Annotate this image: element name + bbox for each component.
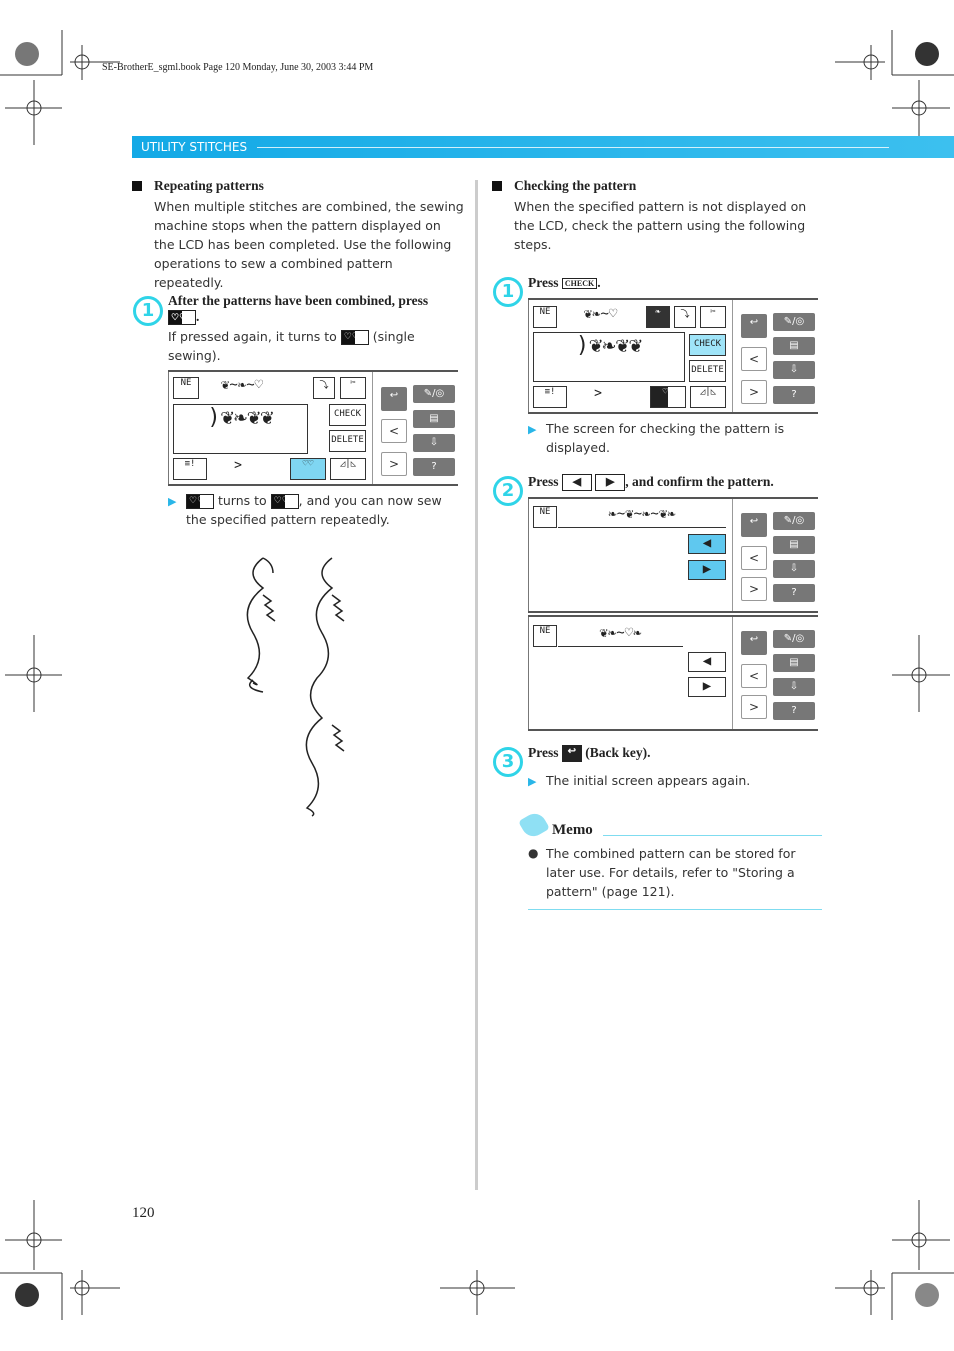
pattern-preview: ❦❧~♡	[558, 306, 643, 328]
back-icon[interactable]: ↩	[741, 513, 767, 537]
prev-icon[interactable]: <	[741, 347, 767, 371]
result-arrow-icon: ▶	[168, 495, 177, 508]
mode-icon[interactable]: ✎/◎	[773, 313, 815, 331]
selected-pattern-icon[interactable]: ❧	[646, 306, 670, 328]
mode-icon[interactable]: ✎/◎	[773, 630, 815, 648]
single-key-icon: ♡♡	[186, 494, 214, 509]
save-icon[interactable]: ⇩	[413, 434, 455, 452]
lcd-screen-scroll-2: NE ❦❧~♡❧ ◀ ▶ ↩ ✎/◎ < ▤ ⇩ > ?	[528, 615, 818, 731]
step-2-instruction: Press ◀ ▶, and confirm the pattern.	[528, 474, 774, 492]
single-sewing-key-icon: ♡♡	[340, 330, 369, 346]
stitch-pattern-illustration	[246, 557, 345, 817]
result-arrow-icon: ▶	[528, 775, 537, 788]
next-icon[interactable]: >	[741, 695, 767, 719]
scroll-right-button[interactable]: ▶	[688, 677, 726, 697]
memo-text: ● The combined pattern can be stored for …	[528, 846, 796, 899]
mode-icon[interactable]: ✎/◎	[773, 512, 815, 530]
result-arrow-icon: ▶	[528, 423, 537, 436]
step-3-instruction: Press ↩ (Back key).	[528, 745, 651, 763]
pattern-preview: ❦~❧~♡	[202, 377, 282, 399]
memo-icon	[518, 809, 550, 841]
mode-icon[interactable]: ✎/◎	[413, 385, 455, 403]
column-divider	[475, 180, 478, 1190]
memory-icon[interactable]: ▤	[773, 337, 815, 355]
mirror-key-icon[interactable]: ⤵	[313, 377, 335, 399]
lcd-screen-scroll-1: NE ❧~❦~❧~❦❧ ◀ ▶ ↩ ✎/◎ < ▤ ⇩ > ?	[528, 497, 818, 613]
repeat-key[interactable]: ♡♡	[290, 458, 326, 480]
help-icon[interactable]: ?	[773, 386, 815, 404]
mirror-icon[interactable]: ◿|◺	[330, 458, 366, 480]
prev-icon[interactable]: <	[741, 664, 767, 688]
bullet-icon: ●	[528, 846, 539, 860]
scroll-left-button[interactable]: ◀	[688, 652, 726, 672]
back-key-icon: ↩	[561, 745, 582, 763]
memory-icon[interactable]: ▤	[413, 410, 455, 428]
help-icon[interactable]: ?	[413, 458, 455, 476]
section-header: UTILITY STITCHES	[132, 136, 954, 158]
scissors-icon[interactable]: ✂	[340, 377, 366, 399]
next-icon[interactable]: >	[741, 577, 767, 601]
step-3-result: ▶ The initial screen appears again.	[528, 771, 806, 790]
repeat-key[interactable]: ♡♡	[650, 386, 686, 408]
next-icon[interactable]: >	[381, 452, 407, 476]
thread-icon[interactable]: ≡!	[533, 386, 567, 408]
scissors-icon[interactable]: ✂	[700, 306, 726, 328]
pattern-preview: ❦❧~♡❧	[558, 625, 683, 647]
back-icon[interactable]: ↩	[381, 387, 407, 411]
thread-icon[interactable]: ≡!	[173, 458, 207, 480]
prev-icon[interactable]: <	[381, 419, 407, 443]
save-icon[interactable]: ⇩	[773, 361, 815, 379]
section-title: Repeating patterns	[132, 178, 464, 194]
step-1-instruction: Press CHECK.	[528, 275, 601, 290]
step-number: 2	[493, 476, 523, 506]
lcd-screen-check: NE ❦❧~♡ ❧ ⤵ ✂ )❦❧❦❦ CHECK DELETE ≡! > ♡♡…	[528, 298, 818, 414]
next-arrow-icon[interactable]: >	[228, 458, 248, 480]
checking-section: Checking the pattern When the specified …	[492, 178, 814, 254]
left-arrow-key-icon: ◀	[561, 474, 592, 492]
memory-icon[interactable]: ▤	[773, 654, 815, 672]
right-arrow-key-icon: ▶	[595, 474, 626, 492]
step-number: 1	[133, 296, 163, 326]
step-1: After the patterns have been combined, p…	[168, 293, 429, 364]
stitch-grid[interactable]: )❦❧❦❦	[173, 404, 308, 454]
pattern-preview: ❧~❦~❧~❦❧	[558, 506, 726, 528]
back-icon[interactable]: ↩	[741, 631, 767, 655]
page-number: 120	[132, 1205, 155, 1221]
help-icon[interactable]: ?	[773, 584, 815, 602]
stitch-grid[interactable]: )❦❧❦❦	[533, 332, 685, 382]
repeat-sewing-key-icon: ♡♡	[168, 310, 196, 326]
memo-box: Memo ● The combined pattern can be stored…	[518, 809, 822, 910]
step-1-result: ▶ ♡♡ turns to ♡♡, and you can now sew th…	[168, 493, 442, 527]
next-arrow-icon[interactable]: >	[588, 386, 608, 408]
mirror-icon[interactable]: ◿|◺	[690, 386, 726, 408]
save-icon[interactable]: ⇩	[773, 678, 815, 696]
mirror-key-icon[interactable]: ⤵	[674, 306, 696, 328]
step-1-result: ▶ The screen for checking the pattern is …	[528, 421, 785, 455]
scroll-left-button[interactable]: ◀	[688, 534, 726, 554]
save-icon[interactable]: ⇩	[773, 560, 815, 578]
next-icon[interactable]: >	[741, 380, 767, 404]
help-icon[interactable]: ?	[773, 702, 815, 720]
repeat-key-icon: ♡♡	[270, 494, 299, 509]
repeating-section: Repeating patterns When multiple stitche…	[132, 178, 464, 292]
memory-icon[interactable]: ▤	[773, 536, 815, 554]
scroll-right-button[interactable]: ▶	[688, 560, 726, 580]
prev-icon[interactable]: <	[741, 546, 767, 570]
intro-text: When multiple stitches are combined, the…	[154, 199, 464, 290]
back-icon[interactable]: ↩	[741, 314, 767, 338]
step-number: 3	[493, 747, 523, 777]
lcd-screen: NE ❦~❧~♡ ⤵ ✂ )❦❧❦❦ CHECK DELETE ≡! > ♡♡ …	[168, 370, 458, 486]
step-number: 1	[493, 277, 523, 307]
